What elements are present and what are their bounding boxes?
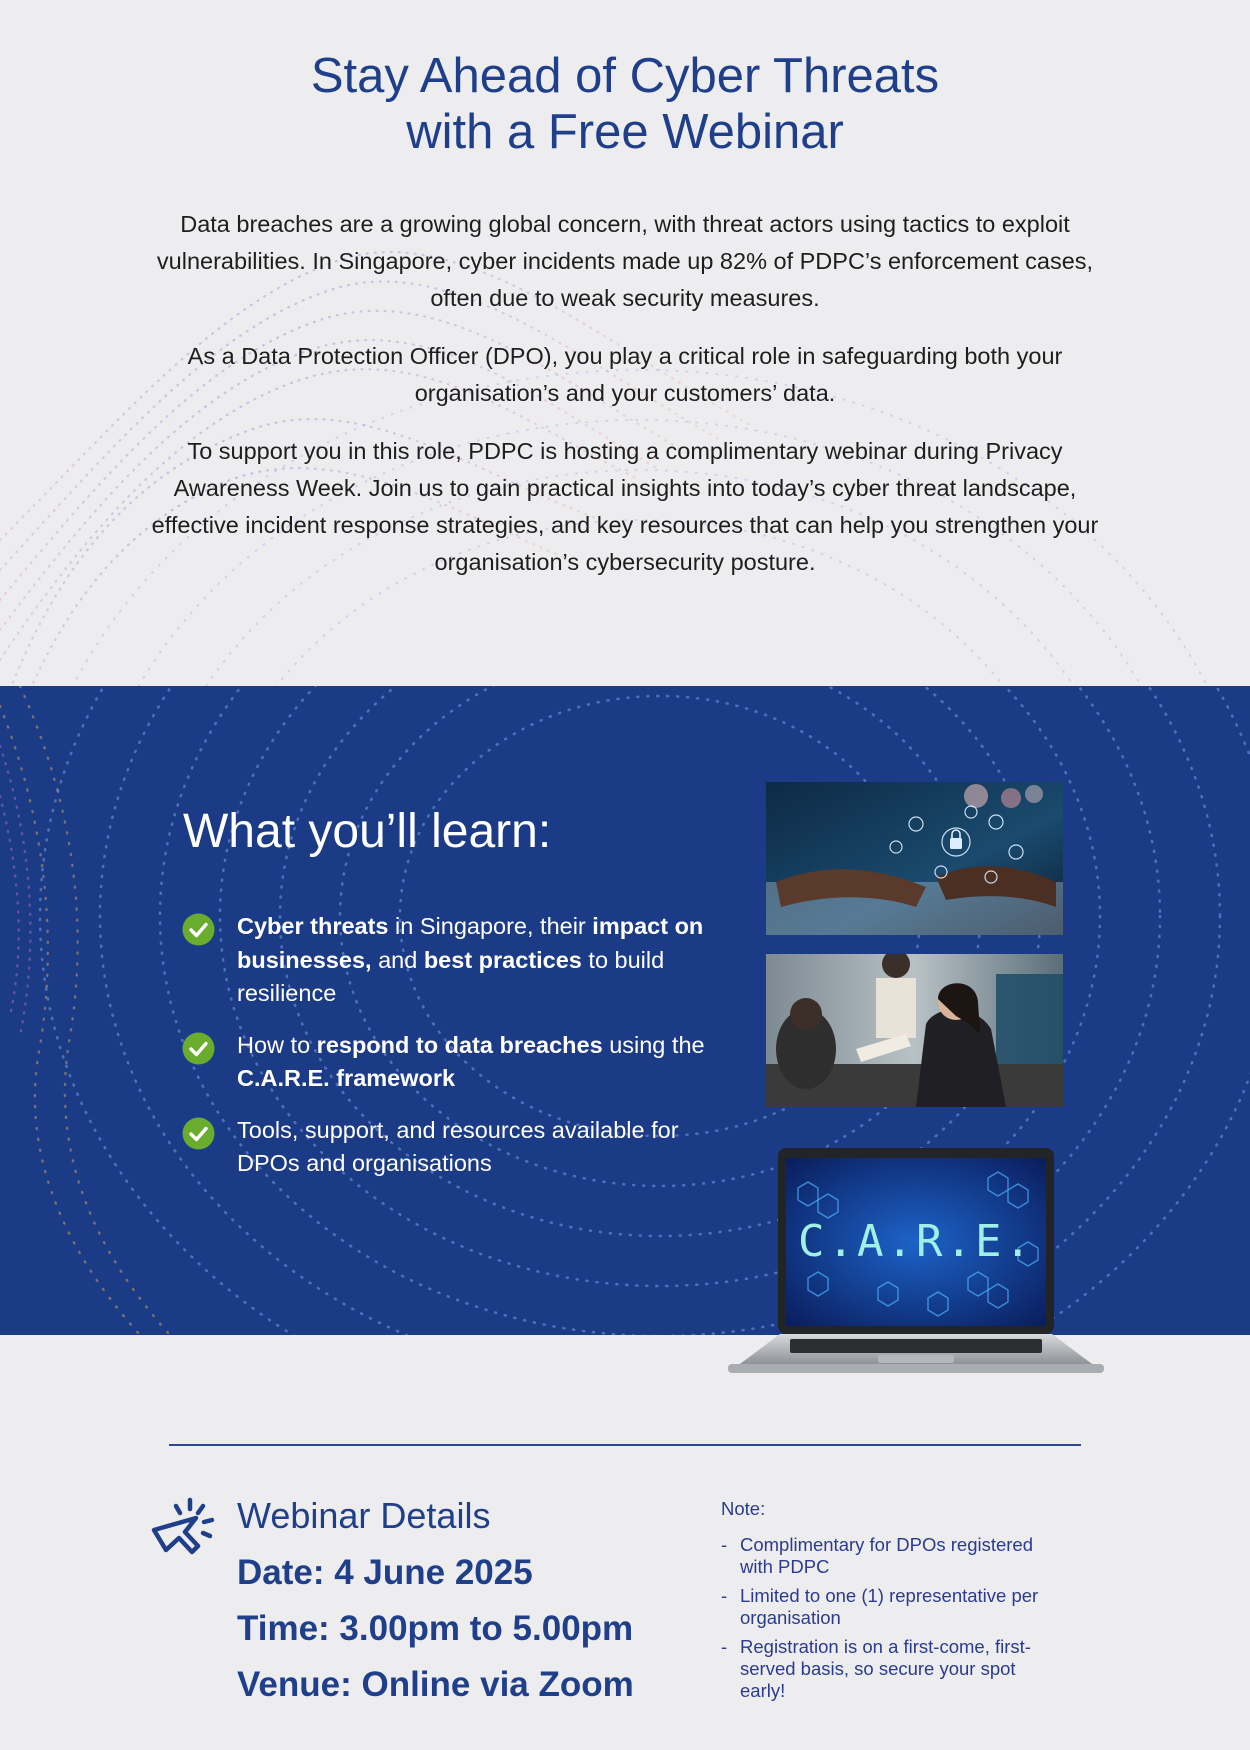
bullet-1-text-1: in Singapore, their: [388, 913, 593, 939]
check-circle-icon: [182, 1117, 215, 1149]
bullet-2-bold-2: C.A.R.E. framework: [237, 1065, 456, 1091]
list-item: Registration is on a first-come, first-s…: [721, 1636, 1051, 1702]
note-list: Complimentary for DPOs registered with P…: [721, 1534, 1051, 1702]
bullet-2-bold-1: respond to data breaches: [316, 1031, 603, 1058]
note-title: Note:: [721, 1498, 766, 1519]
check-circle-icon: [182, 913, 215, 946]
intro-paragraph-2: As a Data Protection Officer (DPO), you …: [187, 343, 1063, 406]
list-item: How to respond to data breaches using th…: [182, 1029, 722, 1096]
note-box: Note: Complimentary for DPOs registered …: [721, 1498, 1051, 1709]
list-item: Complimentary for DPOs registered with P…: [721, 1534, 1051, 1578]
list-item: Tools, support, and resources available …: [182, 1114, 722, 1181]
bullet-1-text-2: and: [371, 946, 424, 973]
title-line-1: Stay Ahead of Cyber Threats: [310, 49, 940, 103]
intro-text: Data breaches are a growing global conce…: [140, 206, 1110, 602]
learn-title: What you’ll learn:: [183, 805, 552, 858]
list-item: Limited to one (1) representative per or…: [721, 1585, 1051, 1629]
cursor-click-icon: [148, 1496, 220, 1566]
list-item: Cyber threats in Singapore, their impact…: [182, 910, 722, 1011]
bullet-1-bold-1: Cyber threats: [237, 913, 389, 939]
laptop-screen-text: C.A.R.E.: [798, 1216, 1034, 1267]
intro-paragraph-3: To support you in this role, PDPC is hos…: [151, 438, 1099, 575]
bullet-1-bold-3: best practices: [423, 946, 582, 973]
page-title: Stay Ahead of Cyber Threats with a Free …: [0, 48, 1250, 160]
bullet-2-text-2: using the: [602, 1031, 705, 1058]
details-date: Date: 4 June 2025: [237, 1553, 533, 1592]
bullet-3-text-1: Tools, support, and resources available …: [237, 1116, 679, 1177]
title-line-2: with a Free Webinar: [406, 105, 844, 159]
photo-cybersecurity-hands: [766, 782, 1063, 935]
check-circle-icon: [182, 1032, 215, 1064]
intro-paragraph-1: Data breaches are a growing global conce…: [156, 211, 1094, 311]
photo-team-meeting: [766, 954, 1063, 1107]
bullet-2-text-1: How to: [237, 1031, 317, 1058]
section-divider: [169, 1444, 1081, 1446]
details-title: Webinar Details: [237, 1495, 491, 1536]
details-venue: Venue: Online via Zoom: [237, 1665, 634, 1704]
laptop-care-illustration: C.A.R.E.: [728, 1148, 1104, 1388]
details-time: Time: 3.00pm to 5.00pm: [237, 1609, 634, 1648]
learn-list: Cyber threats in Singapore, their impact…: [182, 910, 722, 1199]
